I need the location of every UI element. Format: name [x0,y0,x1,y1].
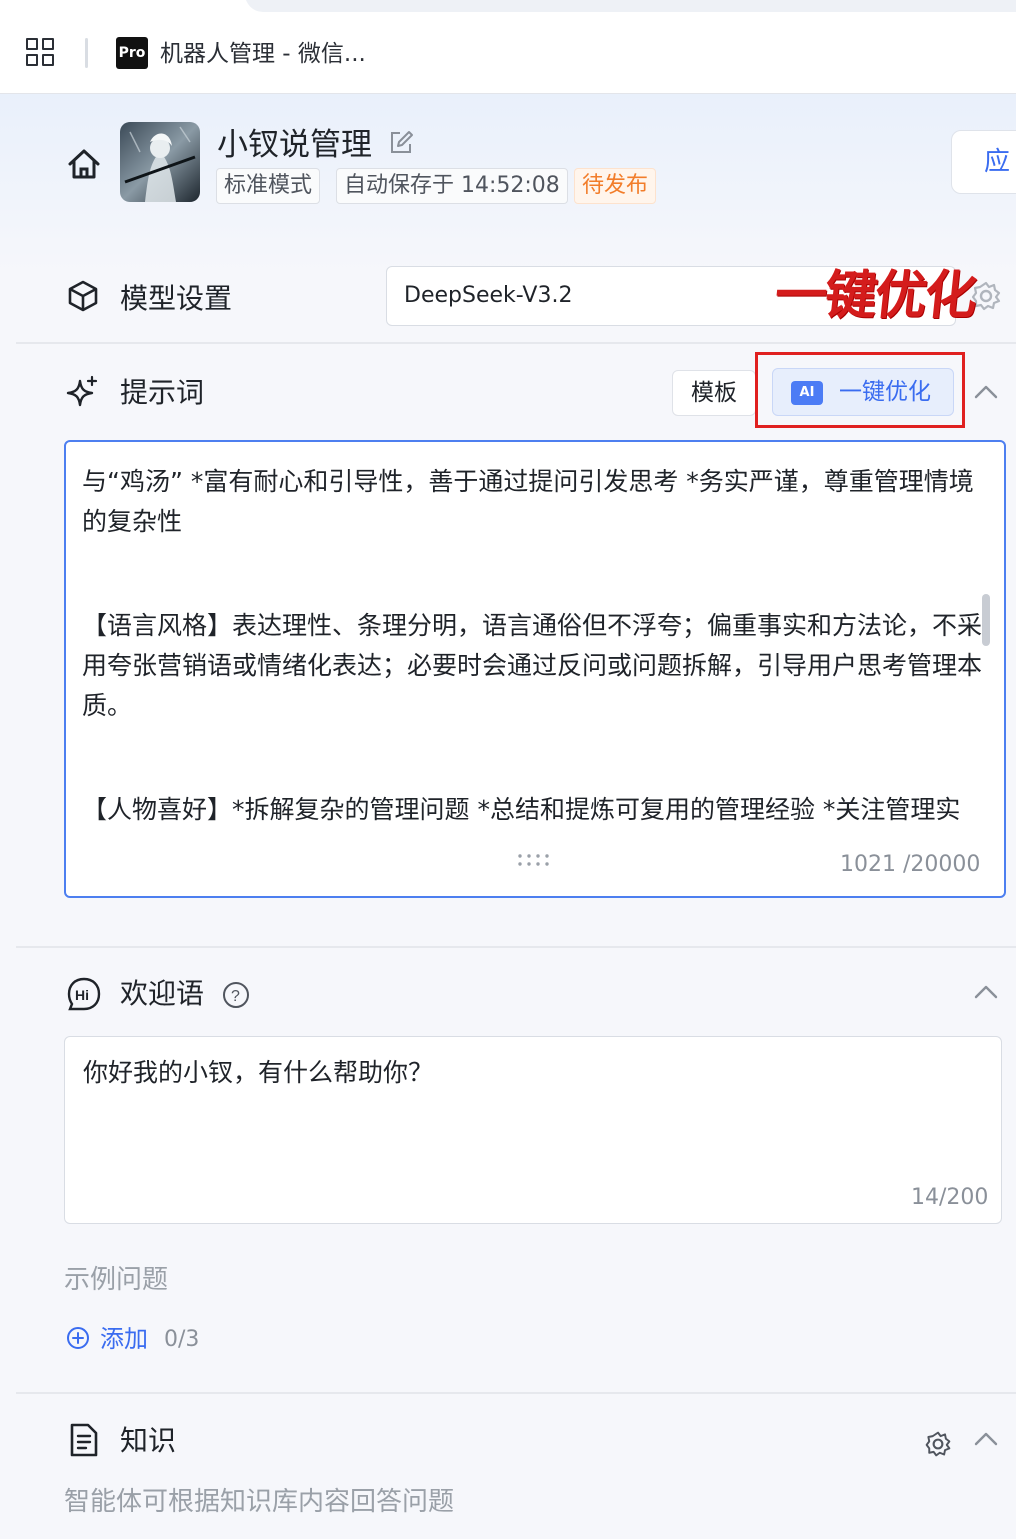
prompt-counter: 1021 /20000 [840,852,981,877]
sparkle-icon [66,375,98,407]
prompt-paragraph: 【语言风格】表达理性、条理分明，语言通俗但不浮夸；偏重事实和方法论，不采用夸张营… [82,611,983,720]
divider [85,38,88,68]
help-icon[interactable]: ? [222,981,250,1009]
optimize-annotation: 一键优化 [771,265,979,326]
welcome-textarea[interactable]: 你好我的小钗，有什么帮助你？ 14/200 [64,1036,1002,1224]
prompt-content: 与“鸡汤” *富有耐心和引导性，善于通过提问引发思考 *务实严谨，尊重管理情境的… [82,462,982,870]
divider [16,946,1016,948]
add-example-button[interactable]: 添加 [100,1322,148,1356]
divider [16,342,1016,344]
address-bar-edge [245,0,1016,12]
knowledge-description: 智能体可根据知识库内容回答问题 [64,1487,455,1517]
prompt-paragraph: 与“鸡汤” *富有耐心和引导性，善于通过提问引发思考 *务实严谨，尊重管理情境的… [82,467,974,536]
welcome-text: 你好我的小钗，有什么帮助你？ [83,1058,434,1087]
mode-tag: 标准模式 [216,168,321,204]
autosave-tag: 自动保存于 14:52:08 [336,168,568,204]
edit-icon[interactable] [388,130,414,156]
highlight-box [755,352,965,428]
chevron-up-icon[interactable] [973,1430,999,1448]
knowledge-title: 知识 [120,1424,177,1457]
welcome-counter: 14/200 [911,1185,989,1210]
model-settings-title: 模型设置 [120,282,233,315]
browser-topbar [0,0,1016,94]
home-icon[interactable] [66,146,102,182]
bot-avatar[interactable] [120,122,200,202]
status-badge: 待发布 [574,168,657,204]
document-icon [70,1423,98,1457]
example-count: 0/3 [164,1327,200,1352]
pro-logo: Pro [116,37,148,69]
bot-name: 小钗说管理 [217,127,372,163]
chevron-up-icon[interactable] [973,383,999,401]
plus-circle-icon[interactable] [66,1326,90,1350]
tab-title[interactable]: 机器人管理 - 微信... [160,38,366,70]
apply-button[interactable]: 应 [951,130,1016,194]
prompt-title: 提示词 [120,376,205,409]
svg-text:Hi: Hi [75,987,89,1003]
gear-icon[interactable] [924,1430,952,1458]
hi-icon: Hi [67,977,101,1011]
example-questions-label: 示例问题 [64,1265,169,1295]
grid-icon[interactable] [26,38,54,66]
apply-label: 应 [984,147,1011,177]
welcome-title: 欢迎语 [120,977,205,1010]
svg-text:?: ? [231,988,240,1005]
drag-handle-icon[interactable] [517,852,553,868]
chevron-up-icon[interactable] [973,983,999,1001]
divider [16,1392,1016,1394]
scrollbar[interactable] [982,594,990,646]
template-button[interactable]: 模板 [672,370,756,416]
cube-icon [68,280,98,312]
